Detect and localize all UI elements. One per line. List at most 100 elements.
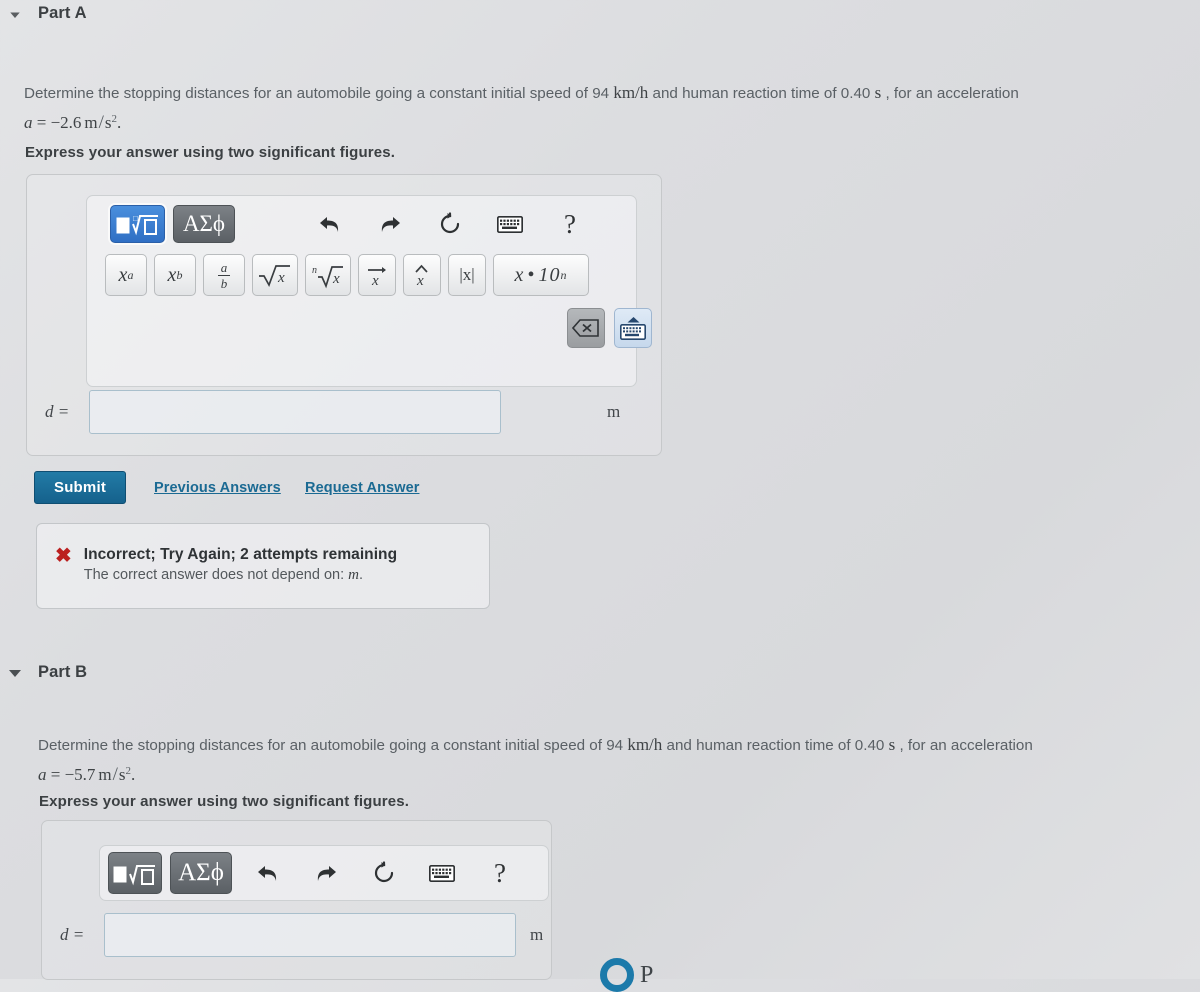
- fraction-button[interactable]: a b: [203, 254, 245, 296]
- svg-text:□: □: [133, 214, 138, 223]
- part-a-toolbar-row-1: □ ΑΣϕ ?: [110, 205, 585, 243]
- part-b-accel-period: .: [131, 765, 136, 785]
- part-b-math-toolbar: ΑΣϕ ?: [99, 845, 549, 901]
- keyboard-up-icon[interactable]: [614, 308, 652, 348]
- part-a-accel-eq: =: [36, 113, 47, 133]
- svg-text:x: x: [371, 273, 379, 288]
- part-a-answer-panel: □ ΑΣϕ ? x a x b a b x n x x x |x| x • 10…: [26, 174, 662, 456]
- svg-text:x: x: [332, 271, 340, 287]
- part-a-previous-answers-link[interactable]: Previous Answers: [154, 480, 281, 496]
- part-a-answer-unit: m: [607, 402, 621, 421]
- part-a-feedback-variable: m: [348, 567, 359, 583]
- absolute-value-button[interactable]: |x|: [448, 254, 486, 296]
- bottom-brand-word: P: [640, 961, 654, 988]
- part-a-question: Determine the stopping distances for an …: [24, 80, 1192, 138]
- part-a-accel-var: a: [24, 113, 33, 133]
- keyboard-icon[interactable]: [495, 205, 525, 243]
- svg-text:x: x: [416, 273, 424, 288]
- square-root-button[interactable]: x: [252, 254, 298, 296]
- part-b-answer-panel: ΑΣϕ ? d = m: [41, 820, 552, 980]
- part-a-feedback: ✖ Incorrect; Try Again; 2 attempts remai…: [36, 523, 490, 609]
- triangle-down-icon[interactable]: [8, 666, 22, 680]
- template-picker-button[interactable]: [108, 852, 162, 894]
- part-b-header[interactable]: Part B: [0, 663, 87, 682]
- part-a-question-lead: Determine the stopping distances for an …: [24, 85, 610, 102]
- part-b-speed-unit: km/h: [627, 735, 663, 754]
- part-b-answer-input[interactable]: [104, 913, 516, 957]
- part-b-accel-unit-den: s: [118, 765, 126, 785]
- part-a-submit-button[interactable]: Submit: [34, 471, 126, 504]
- svg-text:x: x: [277, 270, 285, 286]
- part-a-speed-unit: km/h: [613, 83, 649, 102]
- undo-arrow-icon[interactable]: [254, 852, 282, 894]
- part-a-question-mid: and human reaction time of 0.40: [652, 85, 871, 102]
- redo-arrow-icon[interactable]: [312, 852, 340, 894]
- redo-arrow-icon[interactable]: [375, 205, 405, 243]
- part-b-question: Determine the stopping distances for an …: [38, 732, 1188, 790]
- question-mark-icon[interactable]: ?: [486, 852, 514, 894]
- part-b-accel-eq: =: [50, 765, 61, 785]
- undo-arrow-icon[interactable]: [315, 205, 345, 243]
- keyboard-icon[interactable]: [428, 852, 456, 894]
- part-a-answer-row: d = m: [45, 390, 653, 434]
- part-a-answer-label: d =: [45, 402, 70, 421]
- part-b-answer-unit: m: [530, 925, 544, 944]
- blue-ring-icon: [600, 958, 634, 992]
- part-a-accel-unit-den: s: [104, 113, 112, 133]
- unit-vector-button[interactable]: x: [403, 254, 441, 296]
- part-b-toolbar-row-1: ΑΣϕ ?: [108, 852, 514, 894]
- template-picker-button[interactable]: □: [110, 205, 165, 243]
- greek-symbols-button[interactable]: ΑΣϕ: [170, 852, 232, 894]
- part-b-answer-row: d = m: [60, 913, 550, 957]
- part-a-accel-unit-slash: /: [98, 112, 104, 134]
- greek-symbols-label: ΑΣϕ: [178, 859, 224, 886]
- part-b-time-unit: s: [888, 735, 896, 754]
- backspace-icon[interactable]: [567, 308, 605, 348]
- part-a-question-tail: , for an acceleration: [885, 85, 1019, 102]
- reset-circular-arrow-icon[interactable]: [370, 852, 398, 894]
- red-x-icon: ✖: [55, 545, 72, 567]
- part-b-accel-unit-slash: /: [112, 764, 118, 786]
- subscript-button[interactable]: xb: [154, 254, 196, 296]
- reset-circular-arrow-icon[interactable]: [435, 205, 465, 243]
- part-a-toolbar-row-3: [567, 308, 652, 348]
- triangle-down-icon[interactable]: [8, 12, 22, 21]
- part-a-accel-period: .: [117, 113, 122, 133]
- greek-symbols-label: ΑΣϕ: [182, 211, 226, 236]
- fraction-denominator: b: [220, 275, 228, 291]
- problem-page: Part A Determine the stopping distances …: [0, 0, 1200, 992]
- part-a-answer-input[interactable]: [89, 390, 501, 434]
- part-b-question-mid: and human reaction time of 0.40: [666, 737, 885, 754]
- part-a-request-answer-link[interactable]: Request Answer: [305, 480, 419, 496]
- greek-symbols-button[interactable]: ΑΣϕ: [173, 205, 235, 243]
- part-b-title: Part B: [38, 663, 88, 681]
- part-b-question-lead: Determine the stopping distances for an …: [38, 737, 624, 754]
- part-a-accel-unit-num: m: [84, 113, 98, 133]
- superscript-button[interactable]: xa: [105, 254, 147, 296]
- part-a-feedback-subtitle-text: The correct answer does not depend on:: [83, 567, 345, 583]
- part-a-time-unit: s: [874, 83, 882, 102]
- scientific-notation-button[interactable]: x • 10 n: [493, 254, 589, 296]
- part-b-accel-unit-num: m: [98, 765, 112, 785]
- part-a-header[interactable]: Part A: [0, 4, 87, 23]
- part-a-instruction: Express your answer using two significan…: [25, 144, 396, 161]
- absolute-value-label: |x|: [459, 265, 475, 284]
- part-a-feedback-subtitle: The correct answer does not depend on: m…: [84, 567, 397, 584]
- nth-root-button[interactable]: n x: [305, 254, 351, 296]
- part-b-question-tail: , for an acceleration: [899, 737, 1033, 754]
- part-a-math-toolbar: □ ΑΣϕ ? x a x b a b x n x x x |x| x • 10…: [86, 195, 652, 387]
- part-b-accel-value: −5.7: [64, 765, 96, 785]
- part-a-accel-value: −2.6: [50, 113, 82, 133]
- vector-button[interactable]: x: [358, 254, 396, 296]
- part-a-feedback-title: Incorrect; Try Again; 2 attempts remaini…: [83, 546, 398, 563]
- fraction-numerator: a: [220, 259, 228, 275]
- part-a-toolbar-row-2: xa xb a b x n x x x |x| x • 10 n: [105, 254, 589, 296]
- bottom-brand-mark: P: [600, 958, 654, 992]
- question-mark-icon[interactable]: ?: [555, 205, 585, 243]
- part-a-title: Part A: [38, 4, 87, 22]
- part-b-accel-var: a: [38, 765, 47, 785]
- svg-text:n: n: [312, 265, 317, 276]
- part-b-instruction: Express your answer using two significan…: [39, 793, 410, 810]
- part-a-feedback-period: .: [359, 567, 364, 583]
- part-b-answer-label: d =: [60, 925, 85, 944]
